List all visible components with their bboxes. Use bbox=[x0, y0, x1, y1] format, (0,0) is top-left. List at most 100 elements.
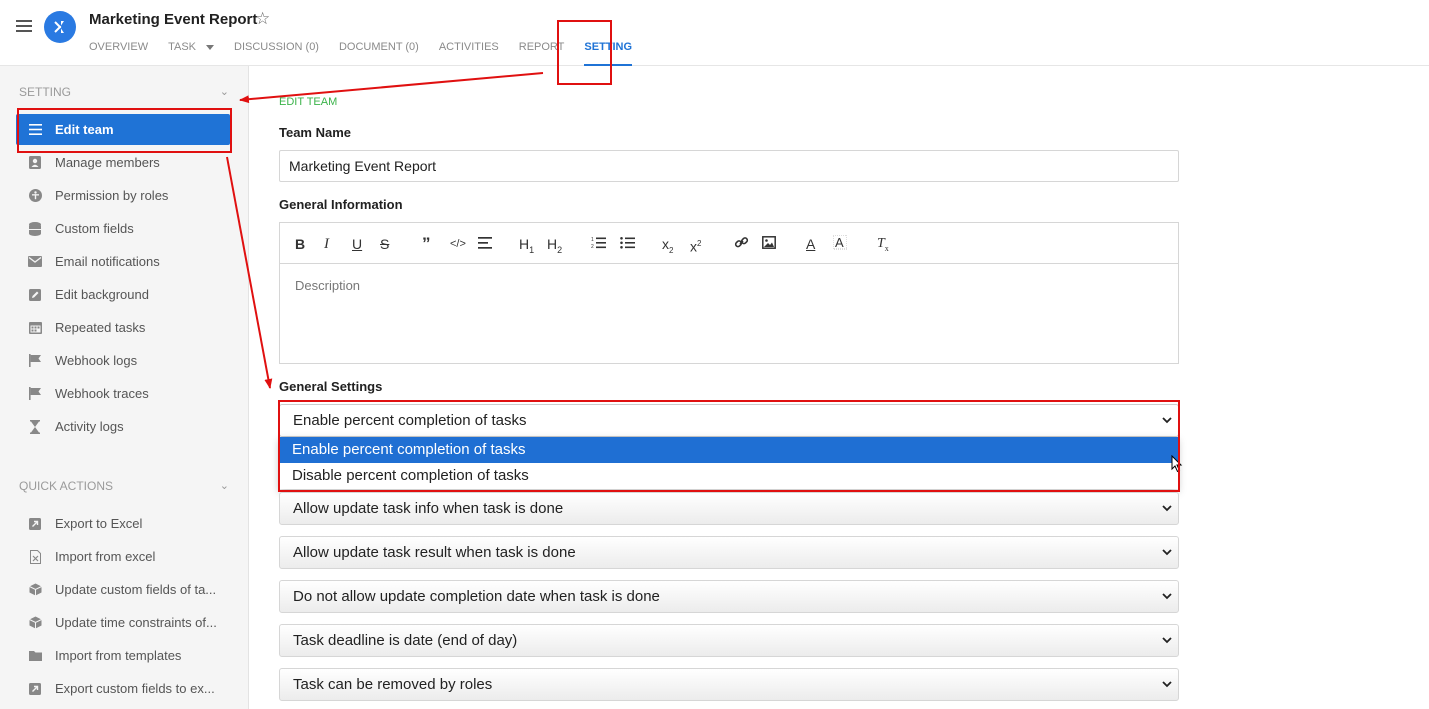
sidebar-item-update-time-constraints[interactable]: Update time constraints of... bbox=[16, 607, 230, 638]
sidebar-item-permission-by-roles[interactable]: Permission by roles bbox=[16, 180, 230, 211]
accessibility-icon bbox=[28, 189, 42, 203]
contact-icon bbox=[28, 156, 42, 170]
tab-overview[interactable]: OVERVIEW bbox=[89, 41, 148, 66]
sidebar-item-label: Manage members bbox=[55, 155, 160, 170]
flag-icon bbox=[28, 387, 42, 401]
sidebar-item-update-custom-fields[interactable]: Update custom fields of ta... bbox=[16, 574, 230, 605]
align-left-icon[interactable] bbox=[478, 235, 492, 253]
sidebar-item-label: Edit background bbox=[55, 287, 149, 302]
mouse-cursor-icon bbox=[1171, 455, 1183, 473]
sidebar-item-manage-members[interactable]: Manage members bbox=[16, 147, 230, 178]
calendar-icon bbox=[28, 321, 42, 335]
dropdown-option-enable[interactable]: Enable percent completion of tasks bbox=[279, 437, 1178, 463]
image-icon[interactable] bbox=[762, 235, 776, 253]
sidebar-item-label: Import from templates bbox=[55, 648, 182, 663]
heading2-icon[interactable]: H2 bbox=[547, 235, 562, 255]
folder-icon bbox=[28, 649, 42, 663]
chevron-down-icon bbox=[1162, 417, 1172, 424]
underline-icon[interactable]: U bbox=[352, 235, 362, 253]
sidebar-item-label: Update custom fields of ta... bbox=[55, 582, 217, 597]
select-value: Enable percent completion of tasks bbox=[293, 412, 527, 429]
task-deadline-select[interactable]: Task deadline is date (end of day) bbox=[279, 624, 1179, 657]
sidebar-item-repeated-tasks[interactable]: Repeated tasks bbox=[16, 312, 230, 343]
box-icon bbox=[28, 583, 42, 597]
general-info-label: General Information bbox=[279, 197, 403, 212]
sidebar-item-label: Activity logs bbox=[55, 419, 124, 434]
ordered-list-icon[interactable]: 12 bbox=[591, 235, 606, 253]
quick-actions-section-header[interactable]: QUICK ACTIONS ⌄ bbox=[19, 479, 229, 493]
tab-setting[interactable]: SETTING bbox=[584, 41, 632, 66]
subscript-icon[interactable]: x2 bbox=[662, 235, 673, 255]
strikethrough-icon[interactable]: S bbox=[380, 235, 389, 253]
mail-icon bbox=[28, 255, 42, 269]
dropdown-option-disable[interactable]: Disable percent completion of tasks bbox=[279, 463, 1178, 489]
hourglass-icon bbox=[28, 419, 42, 434]
quick-actions-title: QUICK ACTIONS bbox=[19, 479, 114, 493]
chevron-down-icon bbox=[1162, 681, 1172, 688]
team-name-input[interactable]: Marketing Event Report bbox=[279, 150, 1179, 182]
sidebar-item-webhook-logs[interactable]: Webhook logs bbox=[16, 345, 230, 376]
description-placeholder[interactable]: Description bbox=[295, 278, 360, 293]
bold-icon[interactable]: B bbox=[295, 235, 305, 253]
menu-icon[interactable] bbox=[16, 20, 32, 34]
editor-toolbar: B I U S ” </> H1 H2 12 x2 x2 A A Tx bbox=[280, 223, 1178, 264]
rich-text-editor[interactable]: B I U S ” </> H1 H2 12 x2 x2 A A Tx Desc… bbox=[279, 222, 1179, 364]
blockquote-icon[interactable]: ” bbox=[422, 235, 431, 253]
sidebar-item-label: Webhook logs bbox=[55, 353, 138, 368]
setting-section-title: SETTING bbox=[19, 85, 72, 99]
sidebar-item-label: Webhook traces bbox=[55, 386, 149, 401]
tab-document[interactable]: DOCUMENT (0) bbox=[339, 41, 419, 66]
sidebar-item-custom-fields[interactable]: Custom fields bbox=[16, 213, 230, 244]
database-icon bbox=[28, 221, 42, 236]
chevron-down-icon bbox=[1162, 549, 1172, 556]
sidebar-item-activity-logs[interactable]: Activity logs bbox=[16, 411, 230, 442]
sidebar-item-import-templates[interactable]: Import from templates bbox=[16, 640, 230, 671]
flag-icon bbox=[28, 354, 42, 368]
select-value: Allow update task info when task is done bbox=[293, 500, 564, 517]
star-icon[interactable]: ☆ bbox=[255, 9, 270, 29]
tab-report[interactable]: REPORT bbox=[519, 41, 565, 66]
select-value: Allow update task result when task is do… bbox=[293, 544, 576, 561]
svg-text:A: A bbox=[835, 235, 844, 250]
sidebar-item-export-custom-fields[interactable]: Export custom fields to ex... bbox=[16, 673, 230, 704]
clear-format-icon[interactable]: Tx bbox=[877, 235, 889, 253]
italic-icon[interactable]: I bbox=[324, 235, 329, 253]
select-value: Task deadline is date (end of day) bbox=[293, 632, 518, 649]
tab-task[interactable]: TASK bbox=[168, 41, 215, 66]
setting-section-header[interactable]: SETTING ⌄ bbox=[19, 85, 229, 99]
highlight-color-icon[interactable]: A bbox=[832, 234, 848, 253]
bullet-list-icon[interactable] bbox=[620, 235, 635, 253]
sidebar-item-webhook-traces[interactable]: Webhook traces bbox=[16, 378, 230, 409]
percent-completion-select[interactable]: Enable percent completion of tasks bbox=[279, 404, 1179, 437]
code-icon[interactable]: </> bbox=[450, 235, 466, 253]
sidebar-item-edit-team[interactable]: Edit team bbox=[16, 114, 230, 145]
completion-date-select[interactable]: Do not allow update completion date when… bbox=[279, 580, 1179, 613]
main-content: EDIT TEAM Team Name Marketing Event Repo… bbox=[250, 66, 1429, 709]
chevron-down-icon[interactable] bbox=[206, 44, 215, 50]
superscript-icon[interactable]: x2 bbox=[690, 235, 701, 255]
sidebar-item-label: Email notifications bbox=[55, 254, 160, 269]
tab-activities[interactable]: ACTIVITIES bbox=[439, 41, 499, 66]
sidebar-item-export-excel[interactable]: Export to Excel bbox=[16, 508, 230, 539]
update-task-info-select[interactable]: Allow update task info when task is done bbox=[279, 492, 1179, 525]
chevron-down-icon[interactable]: ⌄ bbox=[220, 479, 229, 492]
link-icon[interactable] bbox=[734, 235, 749, 253]
text-color-icon[interactable]: A bbox=[806, 235, 815, 253]
task-removal-select[interactable]: Task can be removed by roles bbox=[279, 668, 1179, 701]
excel-file-icon bbox=[28, 549, 42, 564]
tab-task-label: TASK bbox=[168, 41, 197, 53]
chevron-down-icon bbox=[1162, 637, 1172, 644]
heading1-icon[interactable]: H1 bbox=[519, 235, 534, 255]
edit-icon bbox=[28, 288, 42, 302]
sidebar: SETTING ⌄ Edit team Manage members Permi… bbox=[0, 66, 249, 709]
sidebar-item-email-notifications[interactable]: Email notifications bbox=[16, 246, 230, 277]
sidebar-item-edit-background[interactable]: Edit background bbox=[16, 279, 230, 310]
svg-text:2: 2 bbox=[591, 244, 594, 249]
tab-discussion[interactable]: DISCUSSION (0) bbox=[234, 41, 319, 66]
update-task-result-select[interactable]: Allow update task result when task is do… bbox=[279, 536, 1179, 569]
export-icon bbox=[28, 517, 42, 531]
sidebar-item-import-excel[interactable]: Import from excel bbox=[16, 541, 230, 572]
box-icon bbox=[28, 616, 42, 630]
chevron-down-icon[interactable]: ⌄ bbox=[220, 85, 229, 98]
select-value: Task can be removed by roles bbox=[293, 676, 493, 693]
